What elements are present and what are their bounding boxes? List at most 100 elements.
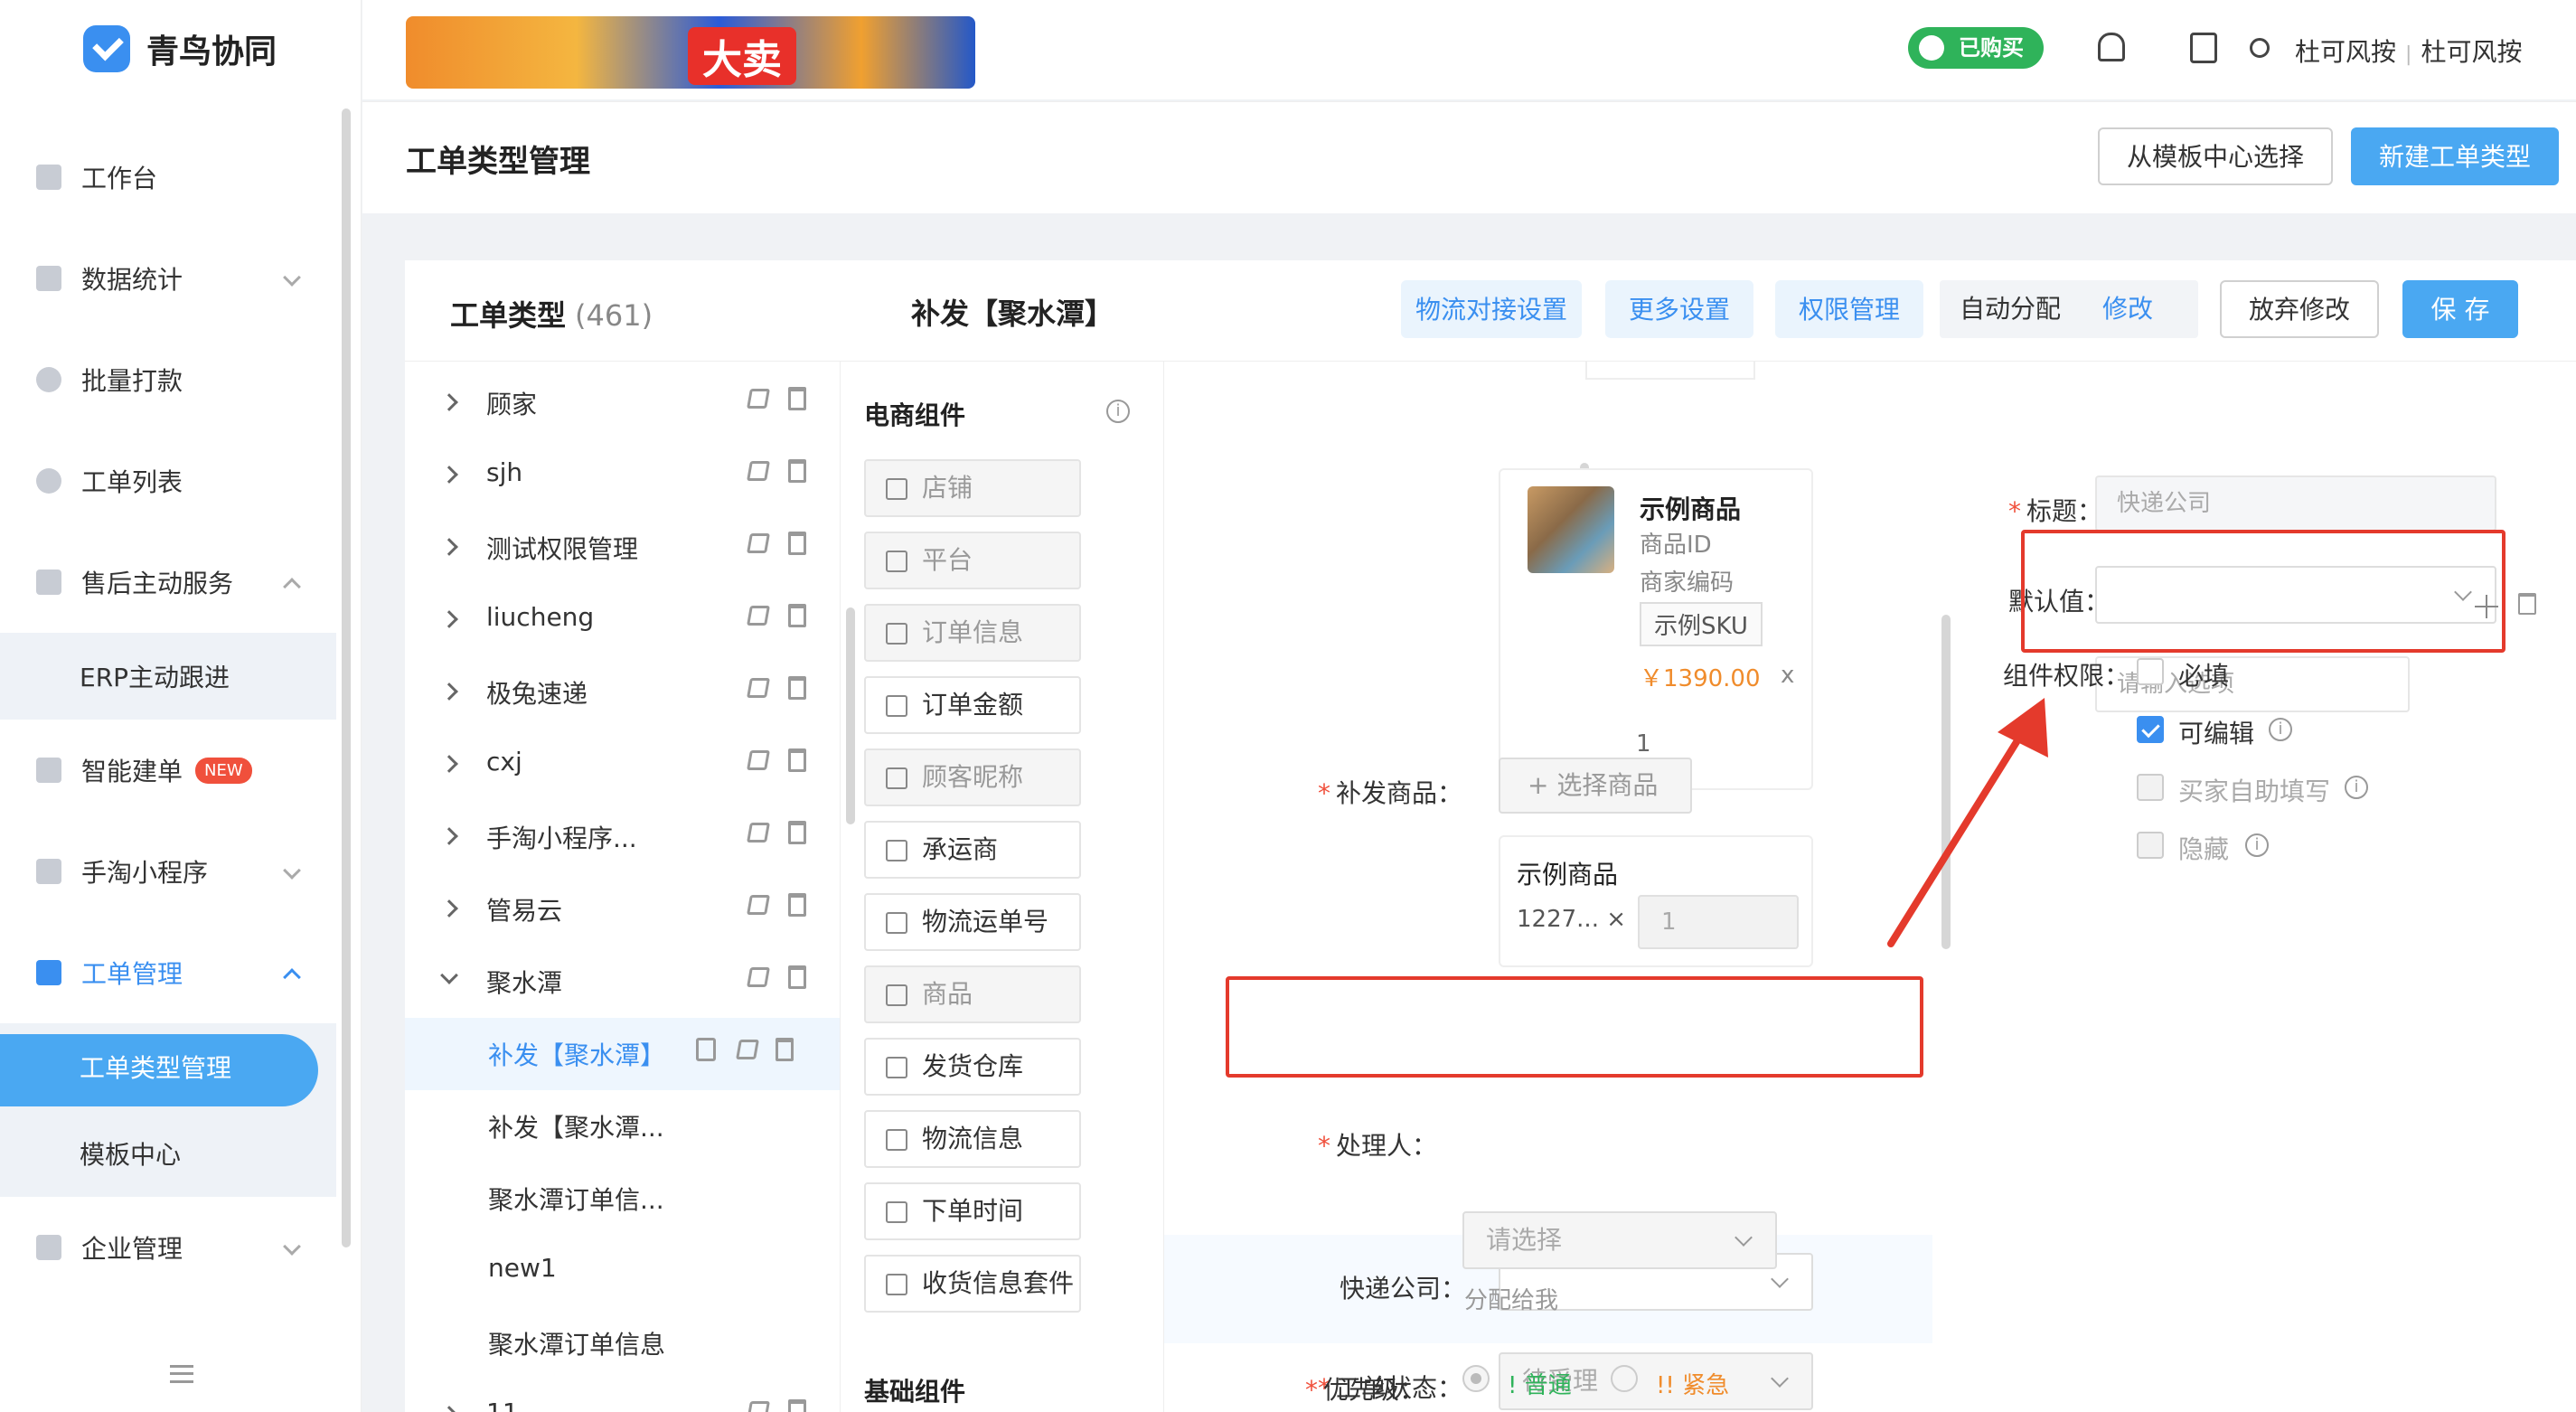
type-row[interactable]: 聚水潭 [405,946,840,1018]
bought-badge[interactable]: 已购买 [1908,27,2044,69]
sidebar-item-smart-create[interactable]: 智能建单 NEW [0,720,336,821]
editable-checkbox[interactable] [2137,716,2164,743]
chevron-right-icon[interactable] [440,1406,458,1412]
assign-to-me-link[interactable]: 分配给我 [1464,1282,1558,1315]
permission-button[interactable]: 权限管理 [1775,280,1923,338]
sidebar-item-ticket-types[interactable]: 工单类型管理 [0,1023,336,1110]
priority-normal-radio[interactable] [1462,1365,1490,1392]
trash-icon[interactable] [788,387,806,410]
edit-icon[interactable] [747,823,770,842]
trash-icon[interactable] [788,532,806,555]
new-ticket-type-button[interactable]: 新建工单类型 [2351,127,2559,185]
buyer-fill-checkbox[interactable] [2137,774,2164,801]
info-icon[interactable]: i [2269,718,2292,741]
sidebar-item-ticket-mgmt[interactable]: 工单管理 [0,922,336,1023]
component-warehouse[interactable]: 发货仓库 [864,1038,1081,1096]
trash-icon[interactable] [776,1038,794,1061]
priority-urgent-radio[interactable] [1611,1365,1638,1392]
chevron-right-icon[interactable] [440,899,458,918]
type-row[interactable]: cxj [405,729,840,801]
info-icon[interactable]: i [1106,400,1130,423]
edit-icon[interactable] [747,389,770,409]
sidebar-item-batch-pay[interactable]: 批量打款 [0,329,336,430]
handler-select[interactable]: 请选择 [1462,1211,1777,1269]
sidebar-item-template-center[interactable]: 模板中心 [0,1110,336,1197]
save-button[interactable]: 保 存 [2402,280,2518,338]
edit-icon[interactable] [747,533,770,553]
chevron-right-icon[interactable] [440,393,458,411]
chevron-right-icon[interactable] [440,755,458,773]
collapse-sidebar-icon[interactable] [170,1365,193,1383]
edit-icon[interactable] [747,967,770,987]
trash-icon[interactable] [788,821,806,844]
edit-icon[interactable] [747,461,770,481]
info-icon[interactable]: i [2245,833,2269,857]
promo-banner[interactable]: 大卖 [406,16,975,89]
trash-icon[interactable] [788,604,806,627]
trash-icon[interactable] [788,1399,806,1412]
sidebar-item-erp-follow[interactable]: ERP主动跟进 [0,633,336,720]
hidden-checkbox[interactable] [2137,832,2164,859]
chevron-right-icon[interactable] [440,682,458,701]
logistics-settings-button[interactable]: 物流对接设置 [1401,280,1582,338]
component-shipping-info[interactable]: 收货信息套件 [864,1255,1081,1313]
trash-icon[interactable] [788,459,806,483]
copy-icon[interactable] [696,1038,716,1061]
type-row[interactable]: 极兔速递 [405,656,840,729]
sidebar-item-enterprise[interactable]: 企业管理 [0,1197,336,1298]
component-order-time[interactable]: 下单时间 [864,1182,1081,1240]
component-product[interactable]: 商品 [864,965,1081,1023]
component-order-amount[interactable]: 订单金额 [864,676,1081,734]
app-logo[interactable]: 青鸟协同 [83,25,277,72]
type-row[interactable]: 管易云 [405,873,840,946]
type-row[interactable]: new1 [405,1235,840,1307]
auto-assign-edit-link[interactable]: 修改 [2102,280,2153,338]
trash-icon[interactable] [788,676,806,700]
select-product-button[interactable]: + 选择商品 [1499,758,1692,814]
component-platform[interactable]: 平台 [864,532,1081,589]
document-icon[interactable] [2190,33,2217,63]
chevron-right-icon[interactable] [440,466,458,484]
sidebar-item-stats[interactable]: 数据统计 [0,228,336,329]
type-row-selected[interactable]: 补发【聚水潭】 [405,1018,840,1090]
type-row[interactable]: 测试权限管理 [405,512,840,584]
sidebar-item-mini-program[interactable]: 手淘小程序 [0,821,336,922]
chevron-down-icon[interactable] [440,966,458,984]
item-qty-input[interactable]: 1 [1638,895,1799,949]
component-order-info[interactable]: 订单信息 [864,604,1081,662]
sidebar-item-aftersale[interactable]: 售后主动服务 [0,532,336,633]
choose-template-button[interactable]: 从模板中心选择 [2098,127,2333,185]
bell-icon[interactable] [2098,33,2125,61]
edit-icon[interactable] [736,1040,759,1059]
edit-icon[interactable] [747,895,770,915]
trash-icon[interactable] [788,893,806,917]
sidebar-scrollbar[interactable] [342,108,351,1247]
edit-icon[interactable] [747,606,770,626]
discard-button[interactable]: 放弃修改 [2220,280,2379,338]
sidebar-item-ticket-list[interactable]: 工单列表 [0,430,336,532]
type-row[interactable]: 顾家 [405,367,840,439]
user-menu[interactable]: 杜可风按 | 杜可风按 [2295,33,2522,69]
type-row[interactable]: sjh [405,439,840,512]
type-row[interactable]: 聚水潭订单信息 [405,1307,840,1379]
type-row[interactable]: 聚水潭订单信... [405,1163,840,1235]
type-row[interactable]: 手淘小程序... [405,801,840,873]
chevron-right-icon[interactable] [440,610,458,628]
component-customer-nick[interactable]: 顾客昵称 [864,748,1081,806]
component-logistics-info[interactable]: 物流信息 [864,1110,1081,1168]
edit-icon[interactable] [747,1401,770,1412]
chevron-right-icon[interactable] [440,538,458,556]
component-tracking-number[interactable]: 物流运单号 [864,893,1081,951]
title-input[interactable]: 快递公司 [2095,475,2496,532]
more-settings-button[interactable]: 更多设置 [1605,280,1753,338]
type-row[interactable]: 11 [405,1379,840,1412]
edit-icon[interactable] [747,750,770,770]
trash-icon[interactable] [788,965,806,989]
component-carrier[interactable]: 承运商 [864,821,1081,879]
sidebar-item-workbench[interactable]: 工作台 [0,127,336,228]
info-icon[interactable]: i [2345,776,2368,799]
type-row[interactable]: liucheng [405,584,840,656]
required-checkbox[interactable] [2137,658,2164,685]
chevron-right-icon[interactable] [440,827,458,845]
component-shop[interactable]: 店铺 [864,459,1081,517]
